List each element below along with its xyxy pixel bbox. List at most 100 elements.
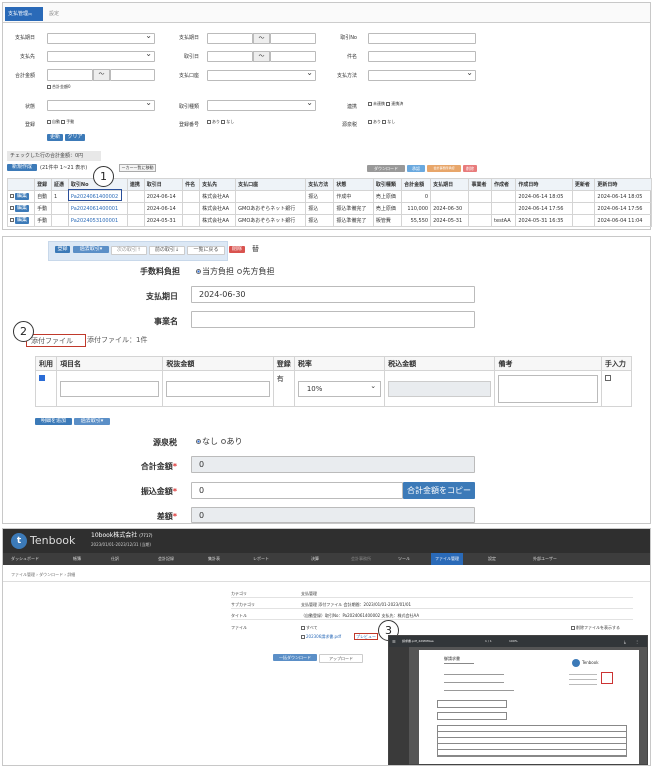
item-name-input[interactable] (60, 380, 160, 397)
nav-report[interactable]: レポート (253, 556, 269, 561)
gensen-radio-group[interactable]: なし あり (196, 437, 243, 447)
col-header[interactable]: 取引日 (143, 178, 184, 191)
download-icon[interactable]: ⤓ (624, 639, 626, 644)
prev-trade-button[interactable]: 前の取引↓ (149, 246, 185, 255)
use-checkbox[interactable] (39, 375, 45, 381)
menu-icon[interactable]: ☰ (392, 639, 396, 644)
nav-books[interactable]: 帳簿 (73, 556, 81, 561)
date-from-input[interactable] (207, 51, 253, 62)
row-select[interactable]: 編集 (6, 202, 36, 215)
nav-dashboard[interactable]: ダッシュボード (11, 556, 39, 561)
move-button[interactable]: ーカー一覧に移動 (119, 164, 156, 172)
date-to-input[interactable] (270, 51, 316, 62)
download-button[interactable]: ダウンロード (367, 165, 405, 172)
past-trade-button[interactable]: 過去取引▾ (73, 246, 109, 253)
col-header[interactable]: 支払口座 (235, 178, 307, 191)
col-header[interactable]: 支払先 (199, 178, 237, 191)
col-header[interactable]: 状態 (333, 178, 374, 191)
register-checks[interactable]: 自動 手動 (47, 119, 74, 124)
new-button[interactable]: 新規作成 (7, 164, 37, 171)
preview-button[interactable]: プレビュー (354, 633, 378, 640)
tax-excl-input[interactable] (166, 380, 270, 397)
row-checkbox[interactable] (10, 193, 14, 198)
col-header[interactable]: 取引種類 (372, 178, 403, 191)
row-select[interactable]: 編集 (6, 214, 36, 227)
tab-payment[interactable]: 支払管理(0) (5, 7, 43, 21)
more-icon[interactable]: ⋮ (635, 639, 639, 644)
col-header[interactable]: 合計金額 (401, 178, 432, 191)
manual-checkbox[interactable] (604, 375, 611, 381)
file-row[interactable]: 202306請求書.pdf (301, 634, 341, 639)
cell-no[interactable]: Pa2024053100001 (67, 214, 128, 227)
nav-external[interactable]: 外部ユーザー (533, 556, 557, 561)
crumb[interactable]: ファイル管理 (11, 572, 35, 577)
method-select[interactable] (368, 68, 476, 81)
delete-button[interactable]: 削除 (229, 246, 245, 253)
col-header[interactable]: 証憑 (51, 178, 69, 191)
biz-input[interactable] (191, 311, 475, 328)
table-row[interactable]: 編集 手動 Pa2024061400001 2024-06-14 株式会社AA GMOあお… (6, 202, 652, 215)
col-header[interactable]: 更新者 (571, 178, 596, 191)
all-check[interactable]: すべて (301, 625, 318, 630)
tax-rate-select[interactable]: 10% ⌄ (297, 380, 382, 397)
show-deleted-check[interactable]: 削除ファイルを表示する (571, 625, 620, 630)
delete-button[interactable]: 削除 (463, 165, 477, 172)
filter-select[interactable] (47, 49, 155, 62)
file-link[interactable]: 202306請求書.pdf (306, 634, 341, 639)
nav-journal[interactable]: 仕訳 (111, 556, 119, 561)
memo-textarea[interactable] (498, 374, 598, 403)
zero-amount-check[interactable]: 合計金額0 (47, 84, 71, 89)
due-to-input[interactable] (270, 33, 316, 44)
amount-max-input[interactable] (110, 69, 155, 81)
crumb[interactable]: ダウンロード (39, 572, 63, 577)
edit-button[interactable]: 編集 (15, 205, 30, 212)
nav-tools[interactable]: ツール (398, 556, 410, 561)
col-header[interactable]: 作成者 (491, 178, 517, 191)
row-checkbox[interactable] (10, 205, 14, 210)
fee-radio-group[interactable]: 当方負担 先方負担 (196, 267, 275, 277)
col-header[interactable] (6, 178, 36, 191)
link-checks[interactable]: 未連携 連携済 (368, 101, 403, 106)
due-input[interactable]: 2024-06-30 (191, 286, 475, 303)
filter-select[interactable] (47, 98, 155, 111)
edit-button[interactable]: 編集 (15, 193, 30, 200)
nav-summary[interactable]: 集計表 (208, 556, 220, 561)
table-row[interactable]: 編集 手動 Pa2024053100001 2024-05-31 株式会社AA GMOあお… (6, 214, 652, 227)
office-approve-button[interactable]: 会計事務所承認 (427, 165, 461, 172)
copy-total-button[interactable]: 合計金額をコピー (403, 482, 475, 499)
tab-settings[interactable]: 設定 (49, 11, 59, 17)
due-from-input[interactable] (207, 33, 253, 44)
past-trade-button[interactable]: 過去取引▾ (74, 418, 110, 425)
account-select[interactable] (207, 68, 316, 81)
row-checkbox[interactable] (10, 217, 14, 222)
col-header[interactable]: 支払期日 (430, 178, 470, 191)
col-header[interactable]: 件名 (182, 178, 201, 191)
upload-button[interactable]: アップロード (319, 654, 363, 663)
col-header[interactable]: 更新日時 (594, 178, 652, 191)
col-header[interactable]: 作成日時 (515, 178, 573, 191)
nav-settings[interactable]: 設定 (488, 556, 496, 561)
subject-input[interactable] (368, 51, 476, 62)
transfer-input[interactable]: 0 (191, 482, 403, 499)
col-header[interactable]: 連携 (126, 178, 145, 191)
nav-closing[interactable]: 決算 (311, 556, 319, 561)
col-header[interactable]: 登録 (34, 178, 52, 191)
attachment-tab[interactable]: 添付ファイル (26, 334, 86, 347)
gensen-checks[interactable]: あり なし (368, 119, 395, 124)
amount-min-input[interactable] (47, 69, 93, 81)
next-trade-button[interactable]: 次の取引↑ (111, 246, 147, 255)
approve-button[interactable]: 承認 (407, 165, 425, 172)
bulk-download-button[interactable]: 一括ダウンロード (273, 654, 317, 661)
nav-files[interactable]: ファイル管理 (431, 553, 463, 565)
register-button[interactable]: 登録 (55, 246, 70, 253)
nav-office[interactable]: 会計事務所 (351, 556, 371, 561)
col-header[interactable]: 事業者 (468, 178, 493, 191)
kind-select[interactable] (207, 98, 316, 111)
clear-button[interactable]: クリア (65, 134, 85, 141)
regno-checks[interactable]: あり なし (207, 119, 234, 124)
filter-select[interactable] (47, 31, 155, 44)
trade-no-input[interactable] (368, 33, 476, 44)
col-header[interactable]: 支払方法 (305, 178, 335, 191)
search-button[interactable]: 更新 (47, 134, 63, 141)
nav-records[interactable]: 会計記録 (158, 556, 174, 561)
